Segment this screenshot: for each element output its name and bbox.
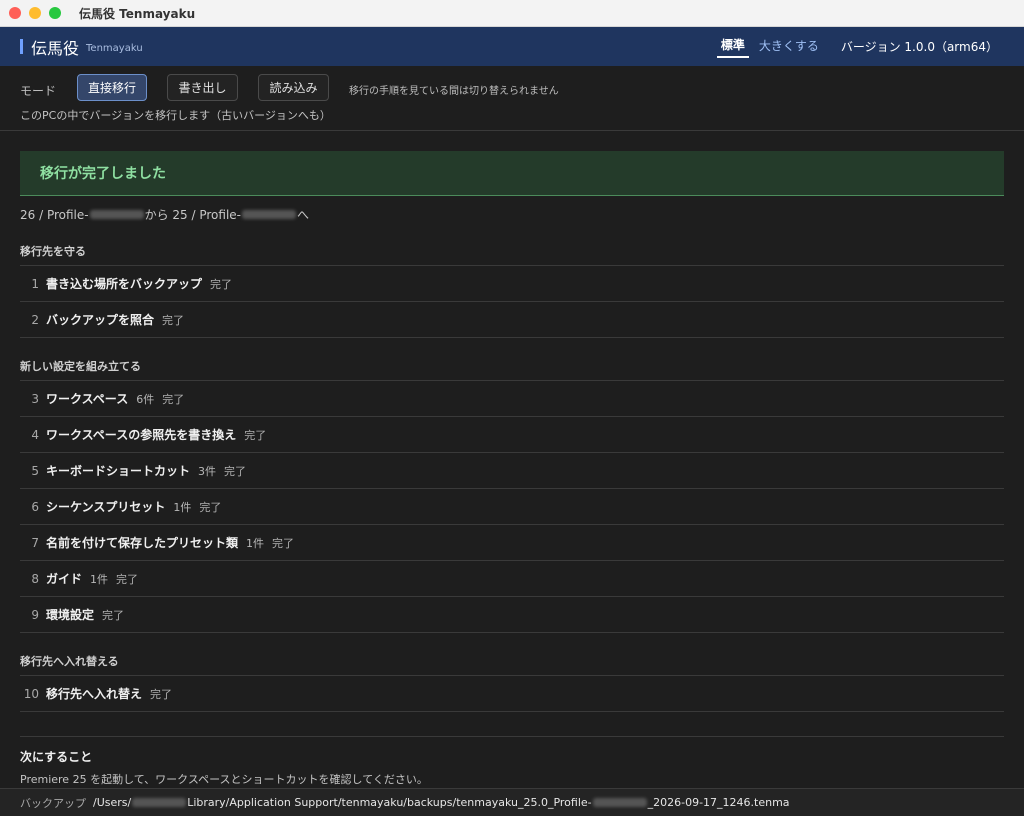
step-status: 完了: [102, 608, 125, 622]
step-row: 1 書き込む場所をバックアップ 完了: [20, 266, 1004, 302]
step-name: ワークスペースの参照先を書き換え: [46, 428, 237, 442]
step-status: 完了: [210, 277, 233, 291]
steps-protect: 1 書き込む場所をバックアップ 完了 2 バックアップを照合 完了: [20, 265, 1004, 338]
steps-swap: 10 移行先へ入れ替え 完了: [20, 675, 1004, 712]
step-name: ワークスペース: [46, 392, 129, 406]
step-row: 2 バックアップを照合 完了: [20, 302, 1004, 338]
step-number: 2: [31, 312, 39, 327]
step-status: 完了: [224, 464, 247, 478]
migration-route: 26 / Profile- から 25 / Profile- へ: [20, 207, 1004, 223]
step-row: 6 シーケンスプリセット 1件 完了: [20, 489, 1004, 525]
step-number: 6: [31, 499, 39, 514]
step-status: 完了: [116, 572, 139, 586]
version-label: バージョン 1.0.0（arm64）: [840, 40, 998, 54]
window-title: 伝馬役 Tenmayaku: [79, 6, 196, 21]
mode-bar: モード 直接移行 書き出し 読み込み 移行の手順を見ている間は切り替えられません…: [0, 66, 1024, 131]
backup-footer: バックアップ /Users/ Library/Application Suppo…: [0, 788, 1024, 816]
next-steps-title: 次にすること: [20, 750, 93, 764]
redacted-profile-name: [592, 798, 647, 807]
size-large-button[interactable]: 大きくする: [755, 37, 823, 57]
step-number: 3: [31, 391, 39, 406]
step-row: 5 キーボードショートカット 3件 完了: [20, 453, 1004, 489]
mode-direct-button[interactable]: 直接移行: [77, 74, 147, 101]
step-name: 環境設定: [46, 608, 95, 622]
mode-lock-note: 移行の手順を見ている間は切り替えられません: [349, 86, 559, 97]
step-count: 3件: [198, 464, 217, 478]
step-row: 7 名前を付けて保存したプリセット類 1件 完了: [20, 525, 1004, 561]
section-title-build: 新しい設定を組み立てる: [20, 360, 141, 373]
step-status: 完了: [244, 428, 267, 442]
close-window-button[interactable]: [9, 7, 21, 19]
step-number: 10: [23, 686, 39, 701]
completion-banner: 移行が完了しました: [20, 151, 1004, 196]
step-status: 完了: [150, 687, 173, 701]
step-row: 3 ワークスペース 6件 完了: [20, 381, 1004, 417]
route-suffix: へ: [297, 208, 310, 222]
mode-import-button[interactable]: 読み込み: [258, 74, 329, 101]
step-row: 10 移行先へ入れ替え 完了: [20, 676, 1004, 712]
step-name: 移行先へ入れ替え: [46, 687, 143, 701]
step-number: 4: [31, 427, 39, 442]
step-count: 6件: [136, 392, 155, 406]
route-middle: から 25 / Profile-: [144, 208, 241, 222]
next-steps-text: Premiere 25 を起動して、ワークスペースとショートカットを確認してくだ…: [20, 773, 428, 786]
step-name: バックアップを照合: [46, 313, 155, 327]
route-from: 26 / Profile-: [20, 207, 89, 222]
backup-path-suffix: _2026-09-17_1246.tenma: [647, 796, 790, 809]
step-number: 8: [31, 571, 39, 586]
maximize-window-button[interactable]: [49, 7, 61, 19]
step-row: 4 ワークスペースの参照先を書き換え 完了: [20, 417, 1004, 453]
step-name: 名前を付けて保存したプリセット類: [46, 536, 239, 550]
step-name: 書き込む場所をバックアップ: [46, 277, 203, 291]
window-titlebar: 伝馬役 Tenmayaku: [0, 0, 1024, 27]
step-number: 9: [31, 607, 39, 622]
step-name: シーケンスプリセット: [46, 500, 166, 514]
size-standard-button[interactable]: 標準: [716, 36, 749, 58]
brand-name: 伝馬役: [31, 38, 80, 58]
section-title-protect: 移行先を守る: [20, 245, 86, 258]
step-row: 8 ガイド 1件 完了: [20, 561, 1004, 597]
brand-subtitle: Tenmayaku: [86, 43, 143, 54]
section-title-swap: 移行先へ入れ替える: [20, 655, 119, 668]
completion-title: 移行が完了しました: [40, 166, 166, 182]
step-row: 9 環境設定 完了: [20, 597, 1004, 633]
mode-description: このPCの中でバージョンを移行します（古いバージョンへも）: [20, 109, 331, 122]
traffic-lights: [9, 7, 61, 19]
step-number: 5: [31, 463, 39, 478]
step-name: ガイド: [46, 572, 83, 586]
step-number: 7: [31, 535, 39, 550]
step-status: 完了: [162, 392, 185, 406]
app-header: 伝馬役 Tenmayaku 標準 大きくする バージョン 1.0.0（arm64…: [0, 27, 1024, 66]
backup-path-prefix: /Users/: [93, 796, 132, 809]
minimize-window-button[interactable]: [29, 7, 41, 19]
main-content: 移行が完了しました 26 / Profile- から 25 / Profile-…: [20, 151, 1004, 787]
redacted-profile-to: [242, 210, 296, 219]
step-status: 完了: [199, 500, 222, 514]
step-status: 完了: [162, 313, 185, 327]
brand-accent-bar: [20, 39, 23, 54]
step-number: 1: [31, 276, 39, 291]
backup-path[interactable]: /Users/ Library/Application Support/tenm…: [93, 796, 790, 809]
backup-path-middle: Library/Application Support/tenmayaku/ba…: [187, 796, 592, 809]
steps-build: 3 ワークスペース 6件 完了 4 ワークスペースの参照先を書き換え 完了 5 …: [20, 380, 1004, 633]
step-count: 1件: [173, 500, 192, 514]
header-controls: 標準 大きくする バージョン 1.0.0（arm64）: [711, 36, 998, 58]
backup-label: バックアップ: [20, 796, 86, 810]
step-status: 完了: [272, 536, 295, 550]
step-count: 1件: [246, 536, 265, 550]
mode-label: モード: [20, 84, 57, 98]
step-name: キーボードショートカット: [46, 464, 191, 478]
redacted-username: [132, 798, 187, 807]
redacted-profile-from: [89, 210, 144, 219]
step-count: 1件: [90, 572, 109, 586]
mode-export-button[interactable]: 書き出し: [167, 74, 238, 101]
next-steps: 次にすること Premiere 25 を起動して、ワークスペースとショートカット…: [20, 736, 1004, 787]
